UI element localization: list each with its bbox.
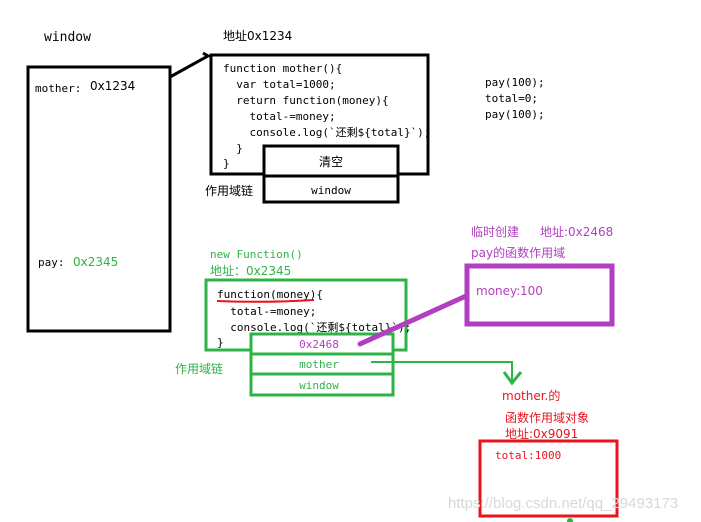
code-line: } bbox=[223, 142, 243, 155]
call-line: pay(100); bbox=[485, 108, 545, 121]
mother-chain-label: 作用域链 bbox=[205, 183, 253, 198]
code-line: function(money){ bbox=[217, 288, 323, 301]
inner-fn-title: new Function() bbox=[210, 248, 303, 261]
pay-scope-created: 临时创建 bbox=[471, 225, 519, 239]
reference-arrow bbox=[169, 51, 212, 79]
window-box bbox=[26, 65, 172, 333]
call-line: pay(100); bbox=[485, 76, 545, 89]
window-pay-value: 0x2345 bbox=[73, 255, 118, 269]
watermark: https://blog.csdn.net/qq_29493173 bbox=[448, 495, 678, 512]
pay-scope-connector bbox=[357, 293, 469, 347]
window-mother-label: mother: bbox=[35, 82, 81, 95]
chain-label-clear: 清空 bbox=[319, 155, 343, 169]
chain-label-window: window bbox=[311, 184, 351, 197]
window-pay-label: pay: bbox=[38, 256, 65, 269]
pay-money-label: money: bbox=[476, 284, 520, 298]
window-mother-value: 0x1234 bbox=[90, 79, 135, 93]
mother-scope-address: 地址:0x9091 bbox=[505, 427, 578, 441]
code-line: var total=1000; bbox=[223, 78, 336, 91]
pay-scope-address: 地址:0x2468 bbox=[540, 225, 613, 239]
chain-label-window: window bbox=[299, 379, 339, 392]
mother-scope-line2: 函数作用域对象 bbox=[505, 410, 589, 425]
pay-money-value: 100 bbox=[520, 284, 543, 298]
mother-address: 地址0x1234 bbox=[223, 29, 292, 43]
code-line: total-=money; bbox=[217, 305, 316, 318]
code-line: } bbox=[223, 157, 230, 170]
green-dot bbox=[567, 518, 573, 522]
diagram-canvas: window mother: 0x1234 pay: 0x2345 地址0x12… bbox=[26, 29, 678, 522]
code-line: function mother(){ bbox=[223, 62, 342, 75]
chain-label-mother: mother bbox=[299, 358, 339, 371]
window-title: window bbox=[44, 30, 91, 45]
chain-label-0x2468: 0x2468 bbox=[299, 338, 339, 351]
call-line: total=0; bbox=[485, 92, 538, 105]
code-line: total-=money; bbox=[223, 110, 336, 123]
code-line: return function(money){ bbox=[223, 94, 389, 107]
inner-fn-address: 地址：0x2345 bbox=[210, 264, 291, 278]
mother-scope-line1: mother.的 bbox=[502, 388, 560, 403]
mother-scope-content: total:1000 bbox=[495, 449, 561, 462]
pay-scope-title: pay的函数作用域 bbox=[471, 245, 565, 260]
code-line: } bbox=[217, 336, 224, 349]
diagram: window mother: 0x1234 pay: 0x2345 地址0x12… bbox=[0, 0, 701, 522]
code-line: console.log(`还剩${total}`); bbox=[223, 126, 430, 139]
inner-chain-label: 作用域链 bbox=[175, 361, 223, 376]
